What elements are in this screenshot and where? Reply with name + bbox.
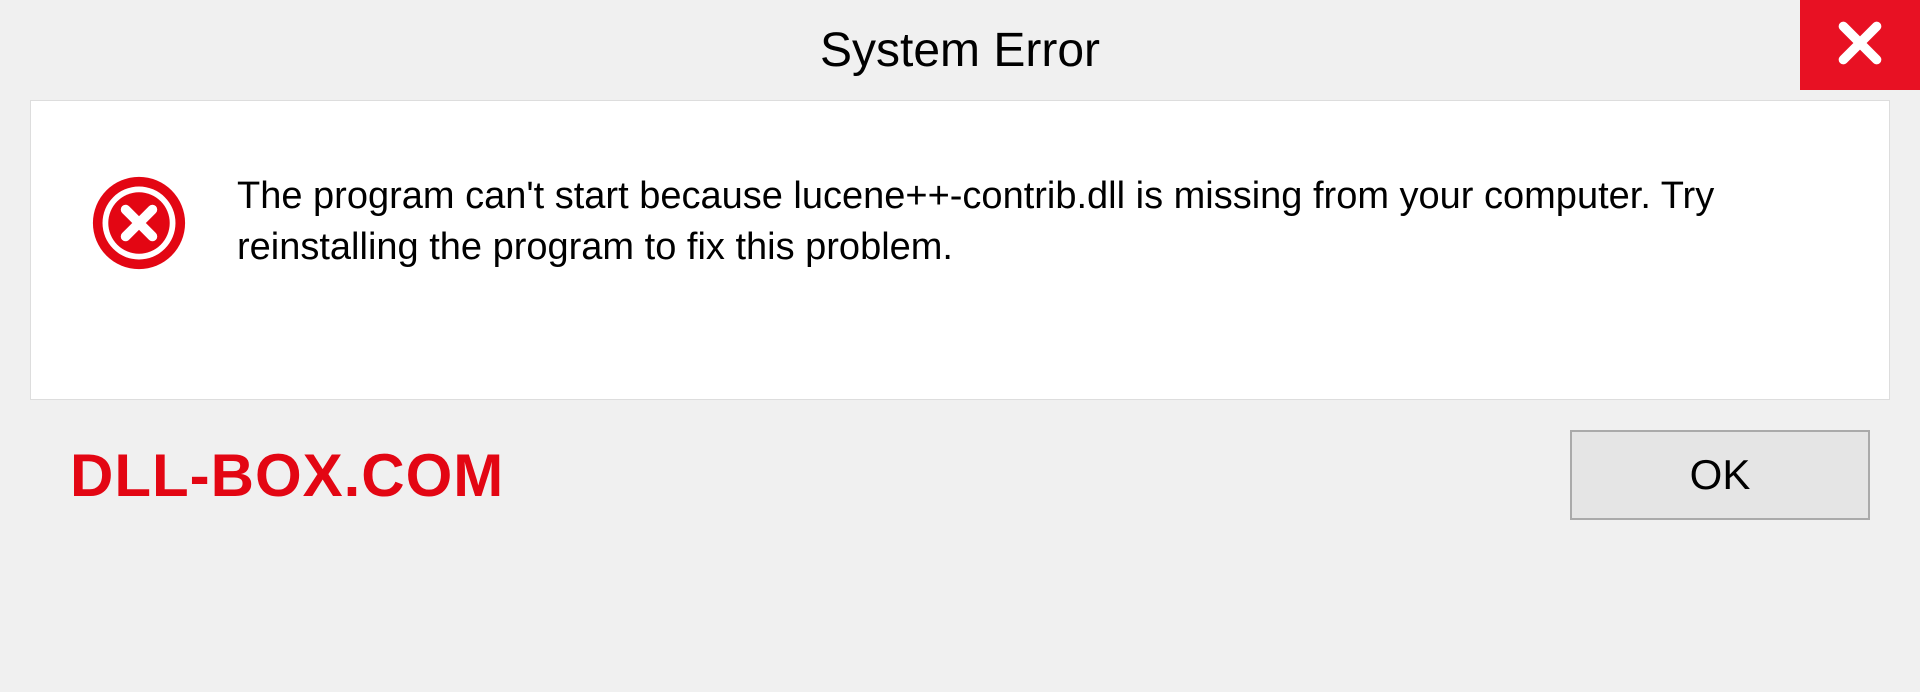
- error-icon: [91, 175, 187, 271]
- close-icon: [1835, 18, 1885, 73]
- titlebar: System Error: [0, 0, 1920, 100]
- error-dialog: System Error The program can't start bec…: [0, 0, 1920, 692]
- dialog-footer: DLL-BOX.COM OK: [30, 400, 1890, 560]
- error-message: The program can't start because lucene++…: [237, 171, 1829, 274]
- close-button[interactable]: [1800, 0, 1920, 90]
- ok-button[interactable]: OK: [1570, 430, 1870, 520]
- content-panel: The program can't start because lucene++…: [30, 100, 1890, 400]
- dialog-title: System Error: [820, 23, 1100, 78]
- watermark-text: DLL-BOX.COM: [70, 441, 504, 510]
